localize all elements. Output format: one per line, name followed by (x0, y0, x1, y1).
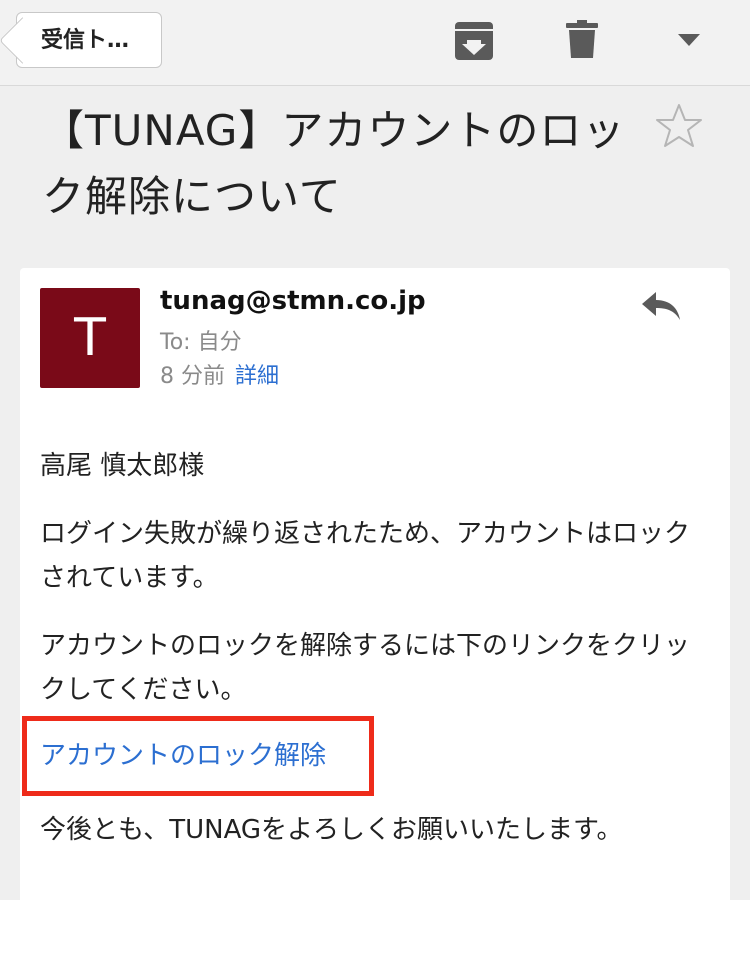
back-to-inbox-button[interactable]: 受信ト… (0, 12, 162, 68)
details-link[interactable]: 詳細 (235, 364, 279, 389)
avatar: T (40, 288, 140, 388)
back-button-arrow (0, 17, 46, 64)
back-button-label: 受信ト… (41, 28, 130, 53)
closing-text: 今後とも、TUNAGをよろしくお願いいたします。 (40, 815, 623, 845)
greeting-text: 高尾 慎太郎様 (40, 451, 205, 481)
email-subject: 【TUNAG】アカウントのロック解除について (42, 106, 626, 221)
timestamp-row: 8 分前 詳細 (160, 358, 279, 390)
sender-address[interactable]: tunag@stmn.co.jp (160, 286, 426, 316)
recipient-line: To: 自分 (160, 330, 242, 355)
instruction-text: アカウントのロックを解除するには下のリンクをクリックしてください。 (40, 631, 691, 705)
reply-icon[interactable] (640, 290, 682, 322)
dropdown-icon[interactable] (678, 34, 700, 48)
timestamp: 8 分前 (160, 364, 225, 389)
unlock-account-link[interactable]: アカウントのロック解除 (40, 734, 326, 778)
archive-icon[interactable] (455, 20, 493, 60)
trash-icon[interactable] (566, 20, 598, 58)
locked-notice-text: ログイン失敗が繰り返されたため、アカウントはロックされています。 (40, 519, 691, 593)
star-icon[interactable] (654, 102, 704, 150)
message-card: T tunag@stmn.co.jp To: 自分 8 分前 詳細 高尾 慎太郎様… (20, 268, 730, 908)
toolbar: 受信ト… (0, 0, 750, 86)
